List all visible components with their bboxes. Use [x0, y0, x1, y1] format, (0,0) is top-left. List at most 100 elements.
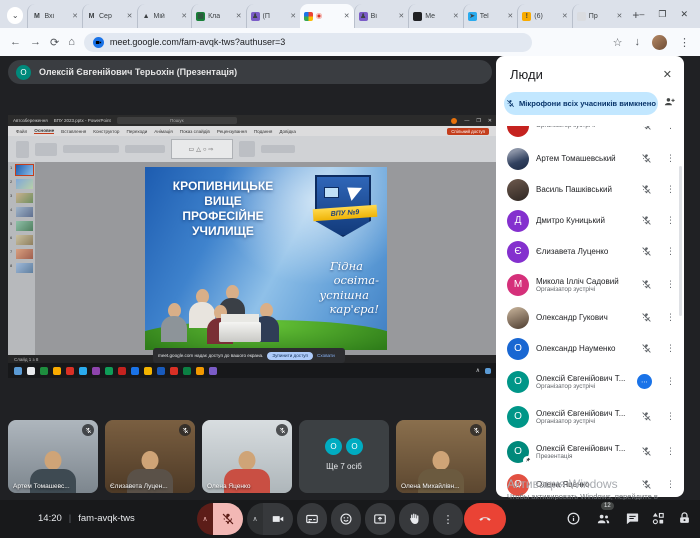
participant-row[interactable]: О Олексій Євгенійович Т...Презентація ⋮	[496, 434, 684, 469]
presenter-name: Олексій Євгенійович Терьохін (Презентаці…	[39, 67, 237, 77]
meeting-details-button[interactable]	[566, 511, 581, 531]
new-tab-button[interactable]: +	[632, 8, 639, 22]
close-panel-icon[interactable]: ✕	[663, 68, 672, 81]
participant-row[interactable]: М Микола Ілліч СадовийОрганізатор зустрі…	[496, 267, 684, 302]
activities-button[interactable]	[651, 511, 666, 531]
participant-row[interactable]: Є Єлизавета Луценко ⋮	[496, 236, 684, 267]
more-options-icon[interactable]: ⋮	[666, 343, 675, 354]
participant-video-tile[interactable]: Артем Томашевс...	[8, 420, 98, 493]
mute-all-button[interactable]: Мікрофони всіх учасників вимкнено	[504, 92, 658, 115]
panel-scrollbar[interactable]	[679, 166, 682, 316]
participant-row[interactable]: Д Дмитро Куницький ⋮	[496, 205, 684, 236]
reactions-button[interactable]	[331, 503, 361, 535]
browser-tab-active-meet[interactable]: ✕	[300, 4, 354, 28]
window-minimize-button[interactable]: –	[639, 9, 644, 20]
browser-tab-strip: ⌄ MВхі✕ MСер✕ ▲Мій✕ ▦Кла✕ ♟(П✕ ✕ ♟Ві✕ Ме…	[0, 0, 700, 28]
browser-profile-avatar[interactable]	[652, 35, 667, 50]
browser-menu-icon[interactable]: ⋮	[679, 36, 690, 49]
more-options-icon[interactable]: ⋮	[666, 376, 675, 387]
mic-off-icon	[641, 479, 652, 490]
show-people-button[interactable]	[596, 511, 611, 531]
browser-tab[interactable]: !(6)✕	[517, 4, 572, 28]
host-controls-button[interactable]	[677, 511, 692, 531]
tab-close-icon[interactable]: ✕	[181, 12, 187, 20]
reload-icon[interactable]: ⟳	[50, 36, 59, 49]
tab-close-icon[interactable]: ✕	[127, 12, 133, 20]
participant-list: Організатор зустрічі ⋮ Артем Томашевськи…	[496, 126, 684, 497]
tab-close-icon[interactable]: ✕	[290, 12, 296, 20]
tab-close-icon[interactable]: ✕	[453, 12, 459, 20]
more-options-icon[interactable]: ⋮	[666, 446, 675, 457]
add-people-icon[interactable]	[663, 95, 676, 113]
mic-off-icon	[641, 126, 652, 131]
bell-favicon: !	[522, 12, 531, 21]
camera-toggle-button[interactable]: ∧	[247, 503, 293, 535]
address-bar[interactable]: meet.google.com/fam-avqk-tws?authuser=3	[84, 33, 532, 52]
tab-close-icon[interactable]: ✕	[507, 12, 513, 20]
more-options-icon[interactable]: ⋮	[666, 312, 675, 323]
browser-tab[interactable]: MВхі✕	[27, 4, 82, 28]
participant-row[interactable]: Артем Томашевський ⋮	[496, 143, 684, 174]
back-icon[interactable]: ←	[10, 36, 21, 48]
tile-participant-name: Артем Томашевс...	[13, 483, 70, 490]
browser-tab[interactable]: ♟Ві✕	[354, 4, 409, 28]
download-icon[interactable]: ↓	[635, 36, 641, 48]
participant-row[interactable]: Василь Пашківський ⋮	[496, 174, 684, 205]
browser-tab[interactable]: ♟(П✕	[246, 4, 301, 28]
captions-button[interactable]	[297, 503, 327, 535]
screenshare-video: Автозбереження ВПУ 2023.pptx - PowerPoin…	[8, 115, 497, 378]
present-screen-button[interactable]	[365, 503, 395, 535]
slide-canvas-area: КРОПИВНИЦЬКЕ ВИЩЕ ПРОФЕСІЙНЕ УЧИЛИЩЕ ВПУ…	[35, 162, 497, 355]
home-icon[interactable]: ⌂	[68, 36, 75, 48]
browser-tab[interactable]: MСер✕	[82, 4, 137, 28]
forward-icon[interactable]: →	[30, 36, 41, 48]
browser-tab[interactable]: ➤Tel✕	[463, 4, 518, 28]
more-options-icon[interactable]: ⋮	[666, 279, 675, 290]
more-participants-tile[interactable]: О О Ще 7 осіб	[299, 420, 389, 493]
mic-off-icon	[506, 99, 515, 108]
more-options-button[interactable]: ⋮	[433, 503, 463, 535]
more-options-icon[interactable]: ⋮	[666, 411, 675, 422]
participant-row[interactable]: Організатор зустрічі ⋮	[496, 126, 684, 143]
tab-close-icon[interactable]: ✕	[72, 12, 78, 20]
more-options-icon[interactable]: ⋮	[666, 153, 675, 164]
tab-label: Ме	[425, 13, 435, 20]
leave-call-button[interactable]	[464, 503, 506, 535]
participant-row[interactable]: Олександр Гукович ⋮	[496, 302, 684, 333]
share-notification-text: meet.google.com надає доступ до вашого е…	[158, 353, 263, 358]
participant-name: Олексій Євгенійович Т...	[536, 444, 625, 453]
participant-row[interactable]: О Олексій Євгенійович Т...Організатор зу…	[496, 364, 684, 399]
audio-off-icon	[641, 446, 652, 457]
more-options-icon[interactable]: ⋮	[666, 479, 675, 490]
participant-subtitle: Організатор зустрічі	[536, 383, 625, 390]
window-restore-button[interactable]: ❐	[658, 9, 666, 20]
tab-close-icon[interactable]: ✕	[562, 12, 568, 20]
tab-close-icon[interactable]: ✕	[344, 12, 350, 20]
tab-close-icon[interactable]: ✕	[616, 12, 622, 20]
browser-tab[interactable]: ▲Мій✕	[137, 4, 192, 28]
bookmark-star-icon[interactable]: ☆	[613, 36, 623, 49]
participant-video-tile[interactable]: Олена Михайлівн...	[396, 420, 486, 493]
tab-search-chevron-icon[interactable]: ⌄	[7, 7, 23, 24]
avatar	[507, 307, 529, 329]
browser-tab[interactable]: ▦Кла✕	[191, 4, 246, 28]
more-options-icon[interactable]: ⋮	[666, 126, 675, 131]
more-options-icon[interactable]: ⋮	[666, 184, 675, 195]
browser-tab[interactable]: Ме ✕	[408, 4, 463, 28]
participant-row[interactable]: О Олександр Науменко ⋮	[496, 333, 684, 364]
browser-tab[interactable]: Пр✕	[572, 4, 627, 28]
raise-hand-button[interactable]	[399, 503, 429, 535]
tab-close-icon[interactable]: ✕	[236, 12, 242, 20]
more-options-icon[interactable]: ⋮	[666, 246, 675, 257]
mic-toggle-button[interactable]: ∧	[197, 503, 243, 535]
participant-video-tile[interactable]: Олена Яценко	[202, 420, 292, 493]
chat-button[interactable]	[625, 511, 640, 531]
tab-close-icon[interactable]: ✕	[398, 12, 404, 20]
participant-video-tile[interactable]: Єлизавета Луцен...	[105, 420, 195, 493]
powerpoint-ribbon-tabs: Файл Основне Вставлення Конструктор Пере…	[8, 126, 497, 136]
smiley-icon	[339, 512, 353, 526]
participant-name: Олексій Євгенійович Т...	[536, 374, 625, 383]
window-close-button[interactable]: ✕	[680, 9, 688, 20]
more-options-icon[interactable]: ⋮	[666, 215, 675, 226]
participant-row[interactable]: О Олексій Євгенійович Т...Організатор зу…	[496, 399, 684, 434]
